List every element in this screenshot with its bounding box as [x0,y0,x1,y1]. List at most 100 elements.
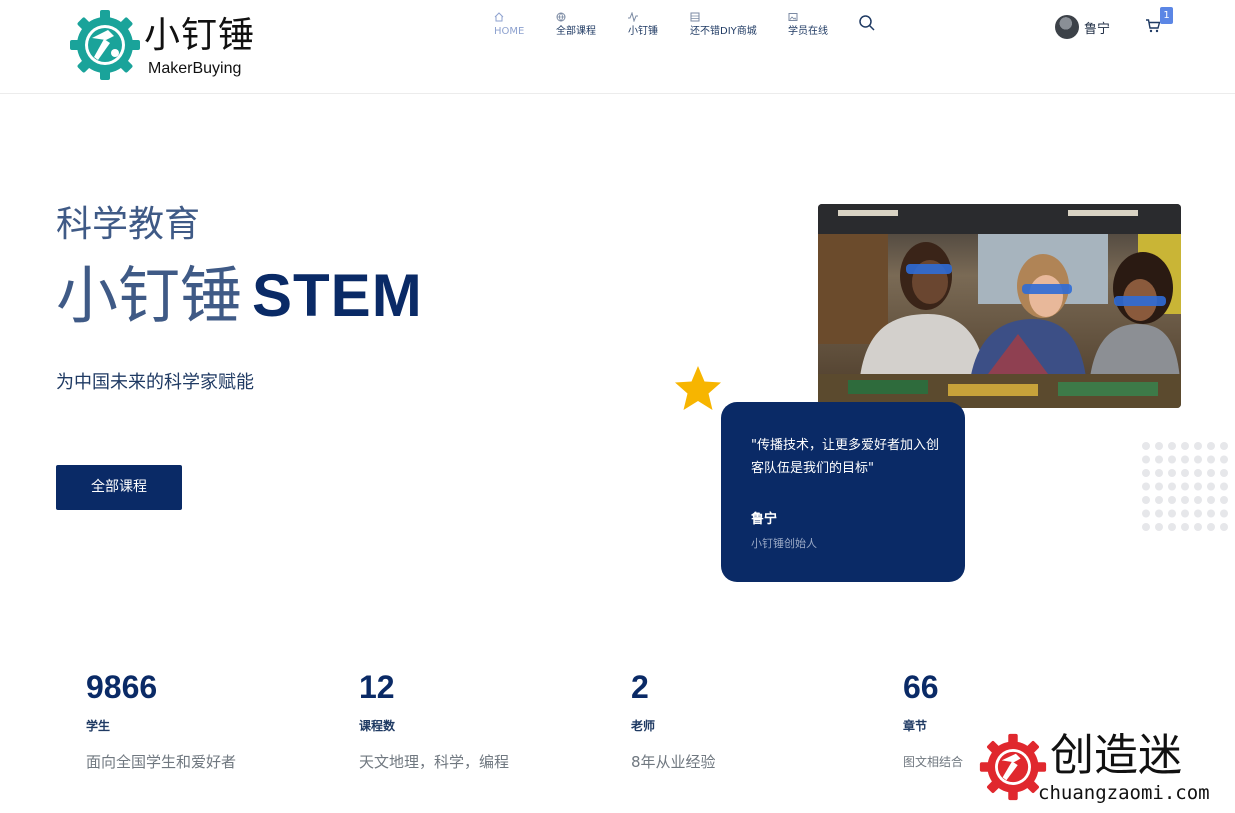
decorative-dot [1207,455,1215,464]
decorative-dot [1207,482,1215,491]
nav-item-students-online[interactable]: 学员在线 [788,12,828,39]
decorative-dot [1194,523,1202,531]
decorative-dot [1168,523,1176,531]
quote-author-name: 鲁宁 [751,512,778,527]
stat-courses: 12 课程数 天文地理，科学，编程 [359,668,589,772]
decorative-dot [1181,455,1189,464]
all-courses-button[interactable]: 全部课程 [56,465,182,510]
decorative-dot [1207,442,1215,450]
decorative-dot [1168,482,1176,491]
decorative-dot [1155,496,1163,504]
search-button[interactable] [858,14,876,32]
watermark-text-en: chuangzaomi.com [1038,782,1210,804]
decorative-dot [1142,509,1150,518]
decorative-dot [1194,469,1202,477]
decorative-dot [1142,442,1150,450]
decorative-dot [1155,469,1163,477]
logo-text-en: MakerBuying [148,60,242,77]
hero-subtitle: 科学教育 [56,204,201,245]
hero-title-cn: 小钉锤 [56,259,243,332]
decorative-dot [1155,455,1163,464]
decorative-dot [1168,496,1176,504]
nav-label-all-courses: 全部课程 [556,26,596,37]
decorative-dot [1168,509,1176,518]
decorative-dot [1181,482,1189,491]
decorative-dot [1220,496,1228,504]
quote-text: "传播技术，让更多爱好者加入创客队伍是我们的目标" [751,438,939,476]
decorative-dot [1207,523,1215,531]
stat-label: 老师 [631,719,656,733]
decorative-dot [1220,469,1228,477]
stat-number: 66 [903,669,939,705]
nav-item-all-courses[interactable]: 全部课程 [556,12,596,39]
stat-label: 学生 [86,719,111,733]
decorative-dot [1220,509,1228,518]
pulse-icon [628,11,658,25]
nav-label-home: HOME [494,26,525,37]
decorative-dot-grid [1142,442,1228,531]
stat-label: 课程数 [359,719,396,733]
quote-author-role: 小钉锤创始人 [751,537,817,550]
cart-count-badge: 1 [1160,7,1173,24]
hero-title: 小钉锤 STEM [56,258,423,334]
decorative-dot [1181,469,1189,477]
watermark-text-cn: 创造迷 [1050,730,1182,781]
decorative-dot [1220,455,1228,464]
decorative-dot [1207,509,1215,518]
decorative-dot [1142,455,1150,464]
decorative-dot [1220,523,1228,531]
stat-description: 8年从业经验 [631,753,716,771]
nav-item-home[interactable]: HOME [494,12,524,39]
stat-description: 天文地理，科学，编程 [359,753,510,771]
nav-item-xiaodingchui[interactable]: 小钉锤 [628,11,658,39]
hero-tagline: 为中国未来的科学家赋能 [56,372,254,393]
watermark: 创造迷 chuangzaomi.com [978,730,1230,808]
decorative-dot [1181,509,1189,518]
decorative-dot [1220,442,1228,450]
decorative-dot [1142,469,1150,477]
stat-number: 12 [359,669,395,705]
search-icon [859,15,875,31]
decorative-dot [1194,496,1202,504]
decorative-dot [1181,523,1189,531]
decorative-dot [1168,455,1176,464]
decorative-dot [1155,509,1163,518]
stat-number: 2 [631,669,649,705]
decorative-dot [1155,442,1163,450]
nav-label-students-online: 学员在线 [788,26,828,37]
decorative-dot [1168,469,1176,477]
founder-quote-card: "传播技术，让更多爱好者加入创客队伍是我们的目标" 鲁宁 小钉锤创始人 [721,402,965,582]
cart-button[interactable]: 1 [1145,7,1173,38]
nav-item-diy-shop[interactable]: 还不错DIY商城 [690,12,757,39]
decorative-dot [1194,442,1202,450]
decorative-dot [1142,523,1150,531]
decorative-dot [1142,496,1150,504]
decorative-dot [1181,496,1189,504]
decorative-dot [1168,442,1176,450]
nav-label-xiaodingchui: 小钉锤 [628,26,658,37]
cart-icon [1146,19,1161,33]
globe-icon [556,12,596,25]
stat-teachers: 2 老师 8年从业经验 [631,668,861,772]
decorative-dot [1155,482,1163,491]
decorative-dot [1194,509,1202,518]
gear-hammer-logo-icon [70,10,140,80]
list-icon [690,12,757,25]
decorative-dot [1194,482,1202,491]
site-logo[interactable]: 小钉锤 MakerBuying [68,8,268,84]
avatar [1055,15,1079,39]
decorative-dot [1220,482,1228,491]
nav-label-diy-shop: 还不错DIY商城 [690,26,757,37]
logo-text-cn: 小钉锤 [144,15,256,56]
star-icon [675,366,721,410]
image-icon [788,12,828,25]
students-workshop-photo [818,204,1181,408]
hero-title-en: STEM [252,262,423,329]
user-name: 鲁宁 [1084,22,1111,37]
decorative-dot [1155,523,1163,531]
decorative-dot [1194,455,1202,464]
site-header: 小钉锤 MakerBuying HOME 全部课程 小钉锤 还不错DIY商城 学… [0,0,1235,94]
decorative-dot [1207,496,1215,504]
decorative-dot [1181,442,1189,450]
decorative-dot [1207,469,1215,477]
